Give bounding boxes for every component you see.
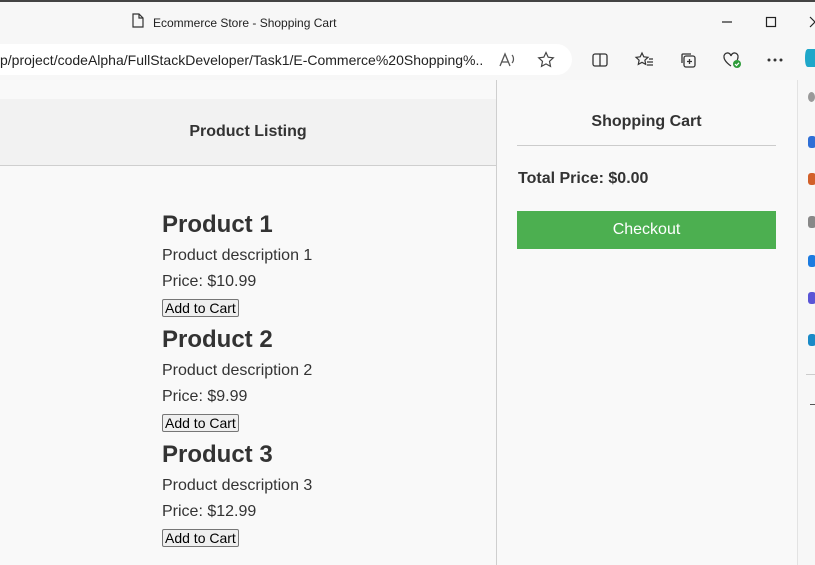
product-card: Product 2 Product description 2 Price: $… [162,326,312,433]
sidebar-search-icon[interactable] [808,92,815,102]
sidebar-outlook-icon[interactable] [808,334,815,346]
product-listing-header: Product Listing [0,99,496,166]
copilot-icon[interactable] [804,46,815,70]
shopping-cart-title: Shopping Cart [591,113,702,130]
sidebar-games-icon[interactable] [808,255,815,267]
window-title-group: Ecommerce Store - Shopping Cart [132,13,336,33]
favorite-star-icon[interactable] [534,48,558,72]
product-description: Product description 3 [162,477,313,494]
sidebar-add-icon[interactable] [810,404,815,405]
browser-toolbar: p/project/codeAlpha/FullStackDeveloper/T… [0,42,815,80]
product-price: Price: $12.99 [162,503,257,520]
read-aloud-icon[interactable] [496,48,520,72]
maximize-button[interactable] [759,10,783,34]
page-icon [132,13,144,33]
product-listing-section: Product Listing Product 1 Product descri… [0,80,497,565]
add-to-cart-button[interactable]: Add to Cart [162,414,239,432]
window-title: Ecommerce Store - Shopping Cart [153,16,337,30]
favorites-icon[interactable] [632,48,656,72]
cart-total-price: Total Price: $0.00 [518,170,649,187]
product-price: Price: $9.99 [162,388,248,405]
window-titlebar: Ecommerce Store - Shopping Cart [0,0,815,42]
browser-sidebar [797,80,815,565]
checkout-button[interactable]: Checkout [517,211,776,249]
shopping-cart-section: Shopping Cart Total Price: $0.00 Checkou… [497,80,797,565]
sidebar-divider [806,374,815,375]
sidebar-app-icon[interactable] [808,136,815,148]
product-description: Product description 1 [162,247,313,264]
add-to-cart-button[interactable]: Add to Cart [162,529,239,547]
address-bar-url[interactable]: p/project/codeAlpha/FullStackDeveloper/T… [0,52,482,68]
product-name: Product 3 [162,441,273,468]
product-listing-title: Product Listing [189,123,307,140]
minimize-button[interactable] [715,10,739,34]
split-screen-icon[interactable] [588,48,612,72]
collections-icon[interactable] [676,48,700,72]
product-name: Product 1 [162,211,273,238]
close-button[interactable] [803,10,815,34]
product-price: Price: $10.99 [162,273,257,290]
browser-essentials-icon[interactable] [720,48,744,72]
product-card: Product 1 Product description 1 Price: $… [162,211,312,318]
product-card: Product 3 Product description 3 Price: $… [162,441,312,548]
more-options-icon[interactable] [763,48,787,72]
product-name: Product 2 [162,326,273,353]
add-to-cart-button[interactable]: Add to Cart [162,299,239,317]
cart-divider [517,145,776,146]
sidebar-shopping-icon[interactable] [808,173,815,185]
sidebar-tools-icon[interactable] [808,216,815,228]
sidebar-office-icon[interactable] [808,292,815,304]
page-content: Product Listing Product 1 Product descri… [0,80,797,565]
address-bar[interactable]: p/project/codeAlpha/FullStackDeveloper/T… [0,44,572,75]
product-description: Product description 2 [162,362,313,379]
